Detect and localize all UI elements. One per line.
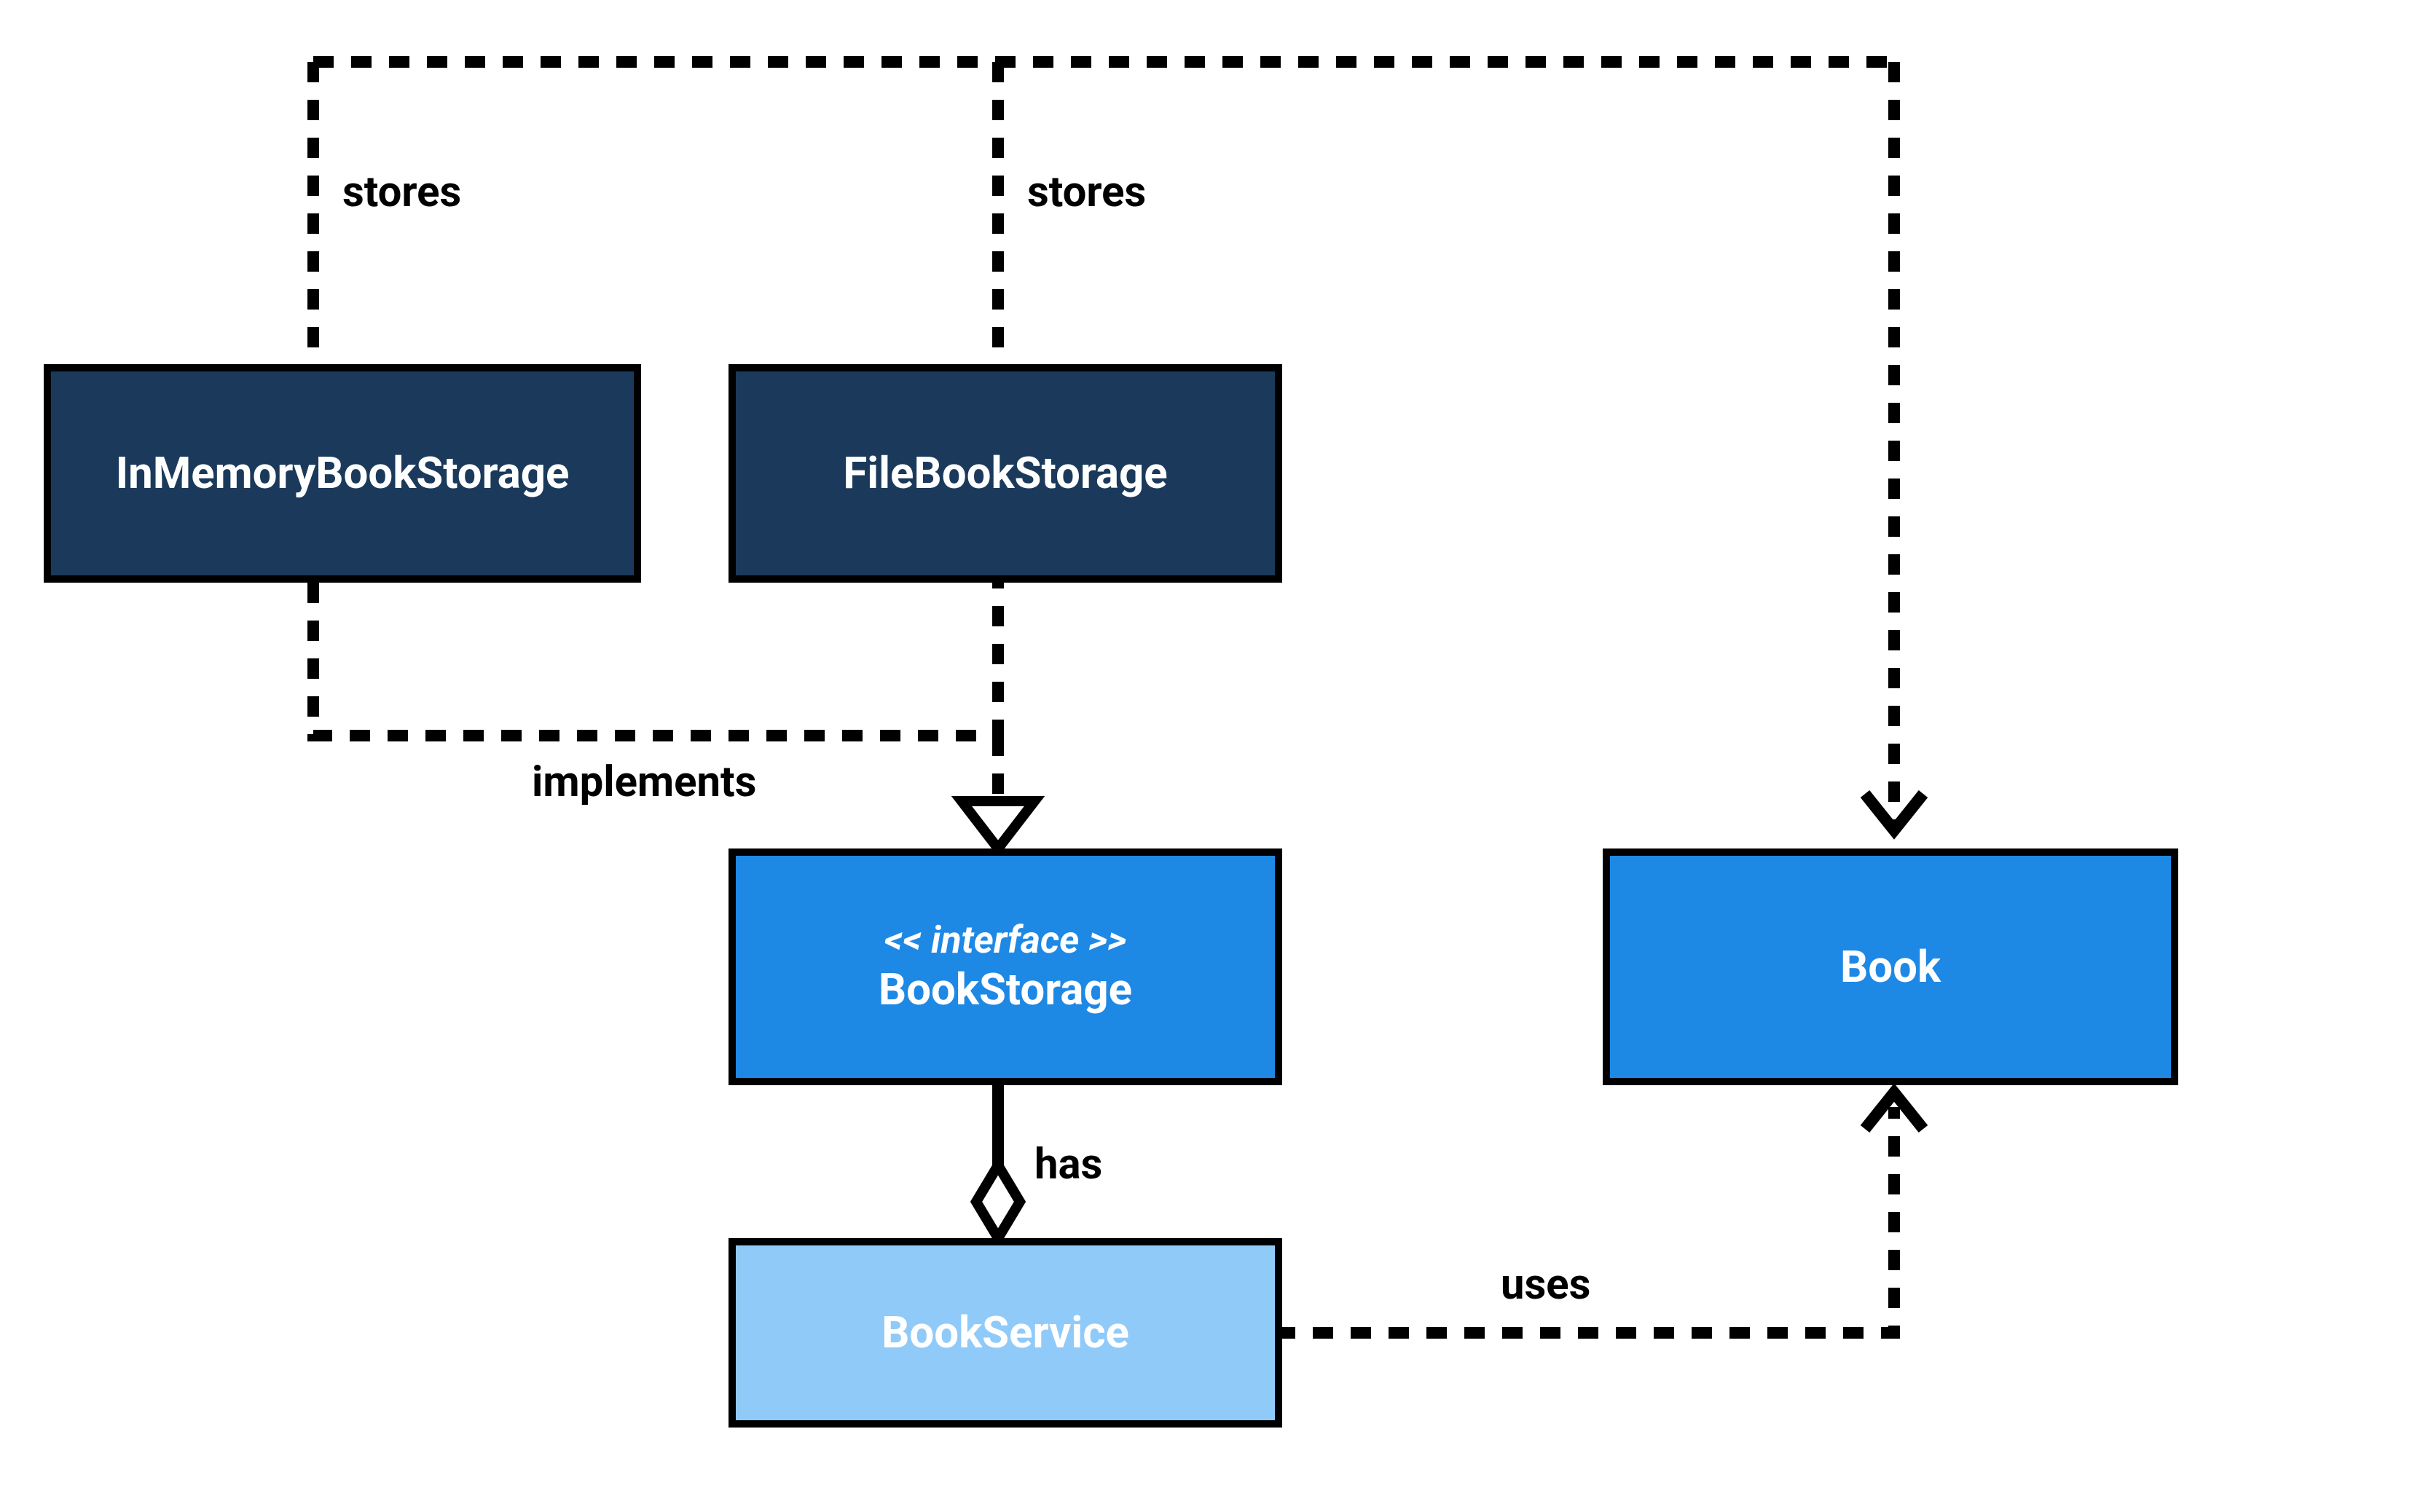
arrow-open-book-top [1865, 794, 1923, 830]
arrow-open-book-bottom [1865, 1092, 1923, 1129]
stereotype-label: << interface >> [884, 918, 1127, 963]
uml-canvas: InMemoryBookStorage FileBookStorage << i… [0, 0, 2415, 1512]
arrow-diamond-has [976, 1165, 1020, 1238]
class-label: Book [1840, 941, 1941, 993]
edge-label-has: has [1034, 1140, 1102, 1189]
edge-label-implements: implements [532, 757, 756, 807]
edge-label-uses: uses [1501, 1260, 1590, 1310]
edge-label-stores-file: stores [1027, 168, 1146, 217]
class-inmemory-book-storage: InMemoryBookStorage [44, 364, 641, 583]
class-label: InMemoryBookStorage [116, 447, 570, 500]
class-file-book-storage: FileBookStorage [729, 364, 1282, 583]
edge-label-stores-inmemory: stores [342, 168, 461, 217]
class-book: Book [1603, 848, 2178, 1085]
interface-book-storage: << interface >> BookStorage [729, 848, 1282, 1085]
class-label: BookStorage [879, 964, 1132, 1016]
class-book-service: BookService [729, 1238, 1282, 1428]
class-label: FileBookStorage [843, 447, 1167, 500]
edge-implements-join [313, 583, 998, 736]
arrow-triangle-implements [962, 801, 1034, 848]
class-label: BookService [881, 1307, 1129, 1359]
